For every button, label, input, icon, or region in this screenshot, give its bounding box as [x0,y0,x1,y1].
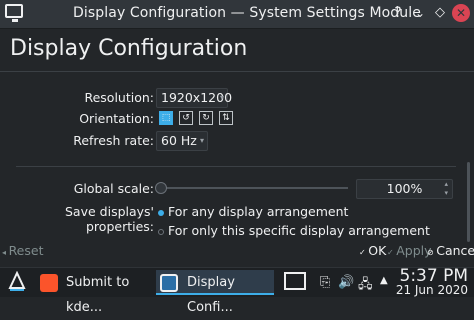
refresh-rate-combo[interactable]: 60 Hz ▾ [156,131,208,151]
close-button[interactable]: ✕ [452,4,470,22]
network-icon[interactable]: 🖧 [358,275,373,297]
section-divider [16,166,456,167]
help-icon[interactable]: ? [388,3,408,23]
scrollbar[interactable] [467,162,470,242]
application-launcher-icon[interactable] [6,270,28,293]
global-scale-slider-track[interactable] [160,187,348,189]
clipboard-icon[interactable]: ⎘ [320,275,330,290]
digital-clock[interactable]: 5:37 PM 21 Jun 2020 [396,266,468,296]
heading-divider [0,71,474,72]
radio-specific-arrangement[interactable] [158,229,164,235]
module-content: Display Configuration Resolution: 1920x1… [0,29,474,267]
radio-any-arrangement[interactable] [158,210,164,216]
page-title: Display Configuration [10,36,248,61]
global-scale-value: 100% [386,181,423,196]
global-scale-spinbox[interactable]: 100% ▴ ▾ [356,179,453,199]
orientation-landscape-icon[interactable]: ⬚ [159,111,173,125]
global-scale-label: Global scale: [73,181,154,196]
resolution-label: Resolution: [84,90,154,105]
refresh-rate-value: 60 Hz [161,133,197,148]
orientation-rotate-left-icon[interactable]: ↺ [179,111,193,125]
save-displays-label: Save displays' properties: [65,204,154,234]
show-desktop-icon[interactable] [284,272,306,290]
refresh-rate-label: Refresh rate: [73,133,154,148]
expand-tray-icon[interactable]: ▲ [380,275,388,286]
radio-specific-arrangement-label[interactable]: For only this specific display arrangeme… [168,223,430,238]
apply-button[interactable]: ✓ Apply [387,243,432,258]
spin-arrows-icon[interactable]: ▴ ▾ [444,180,448,198]
task-submit-to-kde[interactable]: Submit to kde... [36,270,154,315]
ok-button[interactable]: ✓ OK [359,243,386,258]
orientation-rotate-right-icon[interactable]: ↻ [199,111,213,125]
clock-date: 21 Jun 2020 [395,283,468,297]
display-icon [160,274,178,292]
volume-icon[interactable]: 🔊 [338,275,354,290]
chevron-down-icon: ▾ [219,93,224,102]
reset-button[interactable]: ◂ Reset [2,243,43,258]
resolution-combo[interactable]: 1920x1200 ▾ [156,88,232,108]
brave-browser-icon [40,274,58,292]
taskbar-panel: Submit to kde... Display Confi... ⎘ 🔊 🖧 … [0,266,474,315]
window-titlebar[interactable]: Display Configuration — System Settings … [0,0,474,29]
task-display-configuration[interactable]: Display Confi... [156,270,274,315]
chevron-down-icon: ▾ [199,136,204,145]
minimize-button[interactable]: ⌄ [410,3,430,23]
global-scale-slider-handle[interactable] [155,182,167,194]
orientation-label: Orientation: [79,111,154,126]
cancel-button[interactable]: ⊘ Cancel [427,243,474,258]
radio-any-arrangement-label[interactable]: For any display arrangement [168,204,348,219]
orientation-flipped-icon[interactable]: ⇅ [219,111,233,125]
maximize-button[interactable]: ◇ [430,3,450,23]
